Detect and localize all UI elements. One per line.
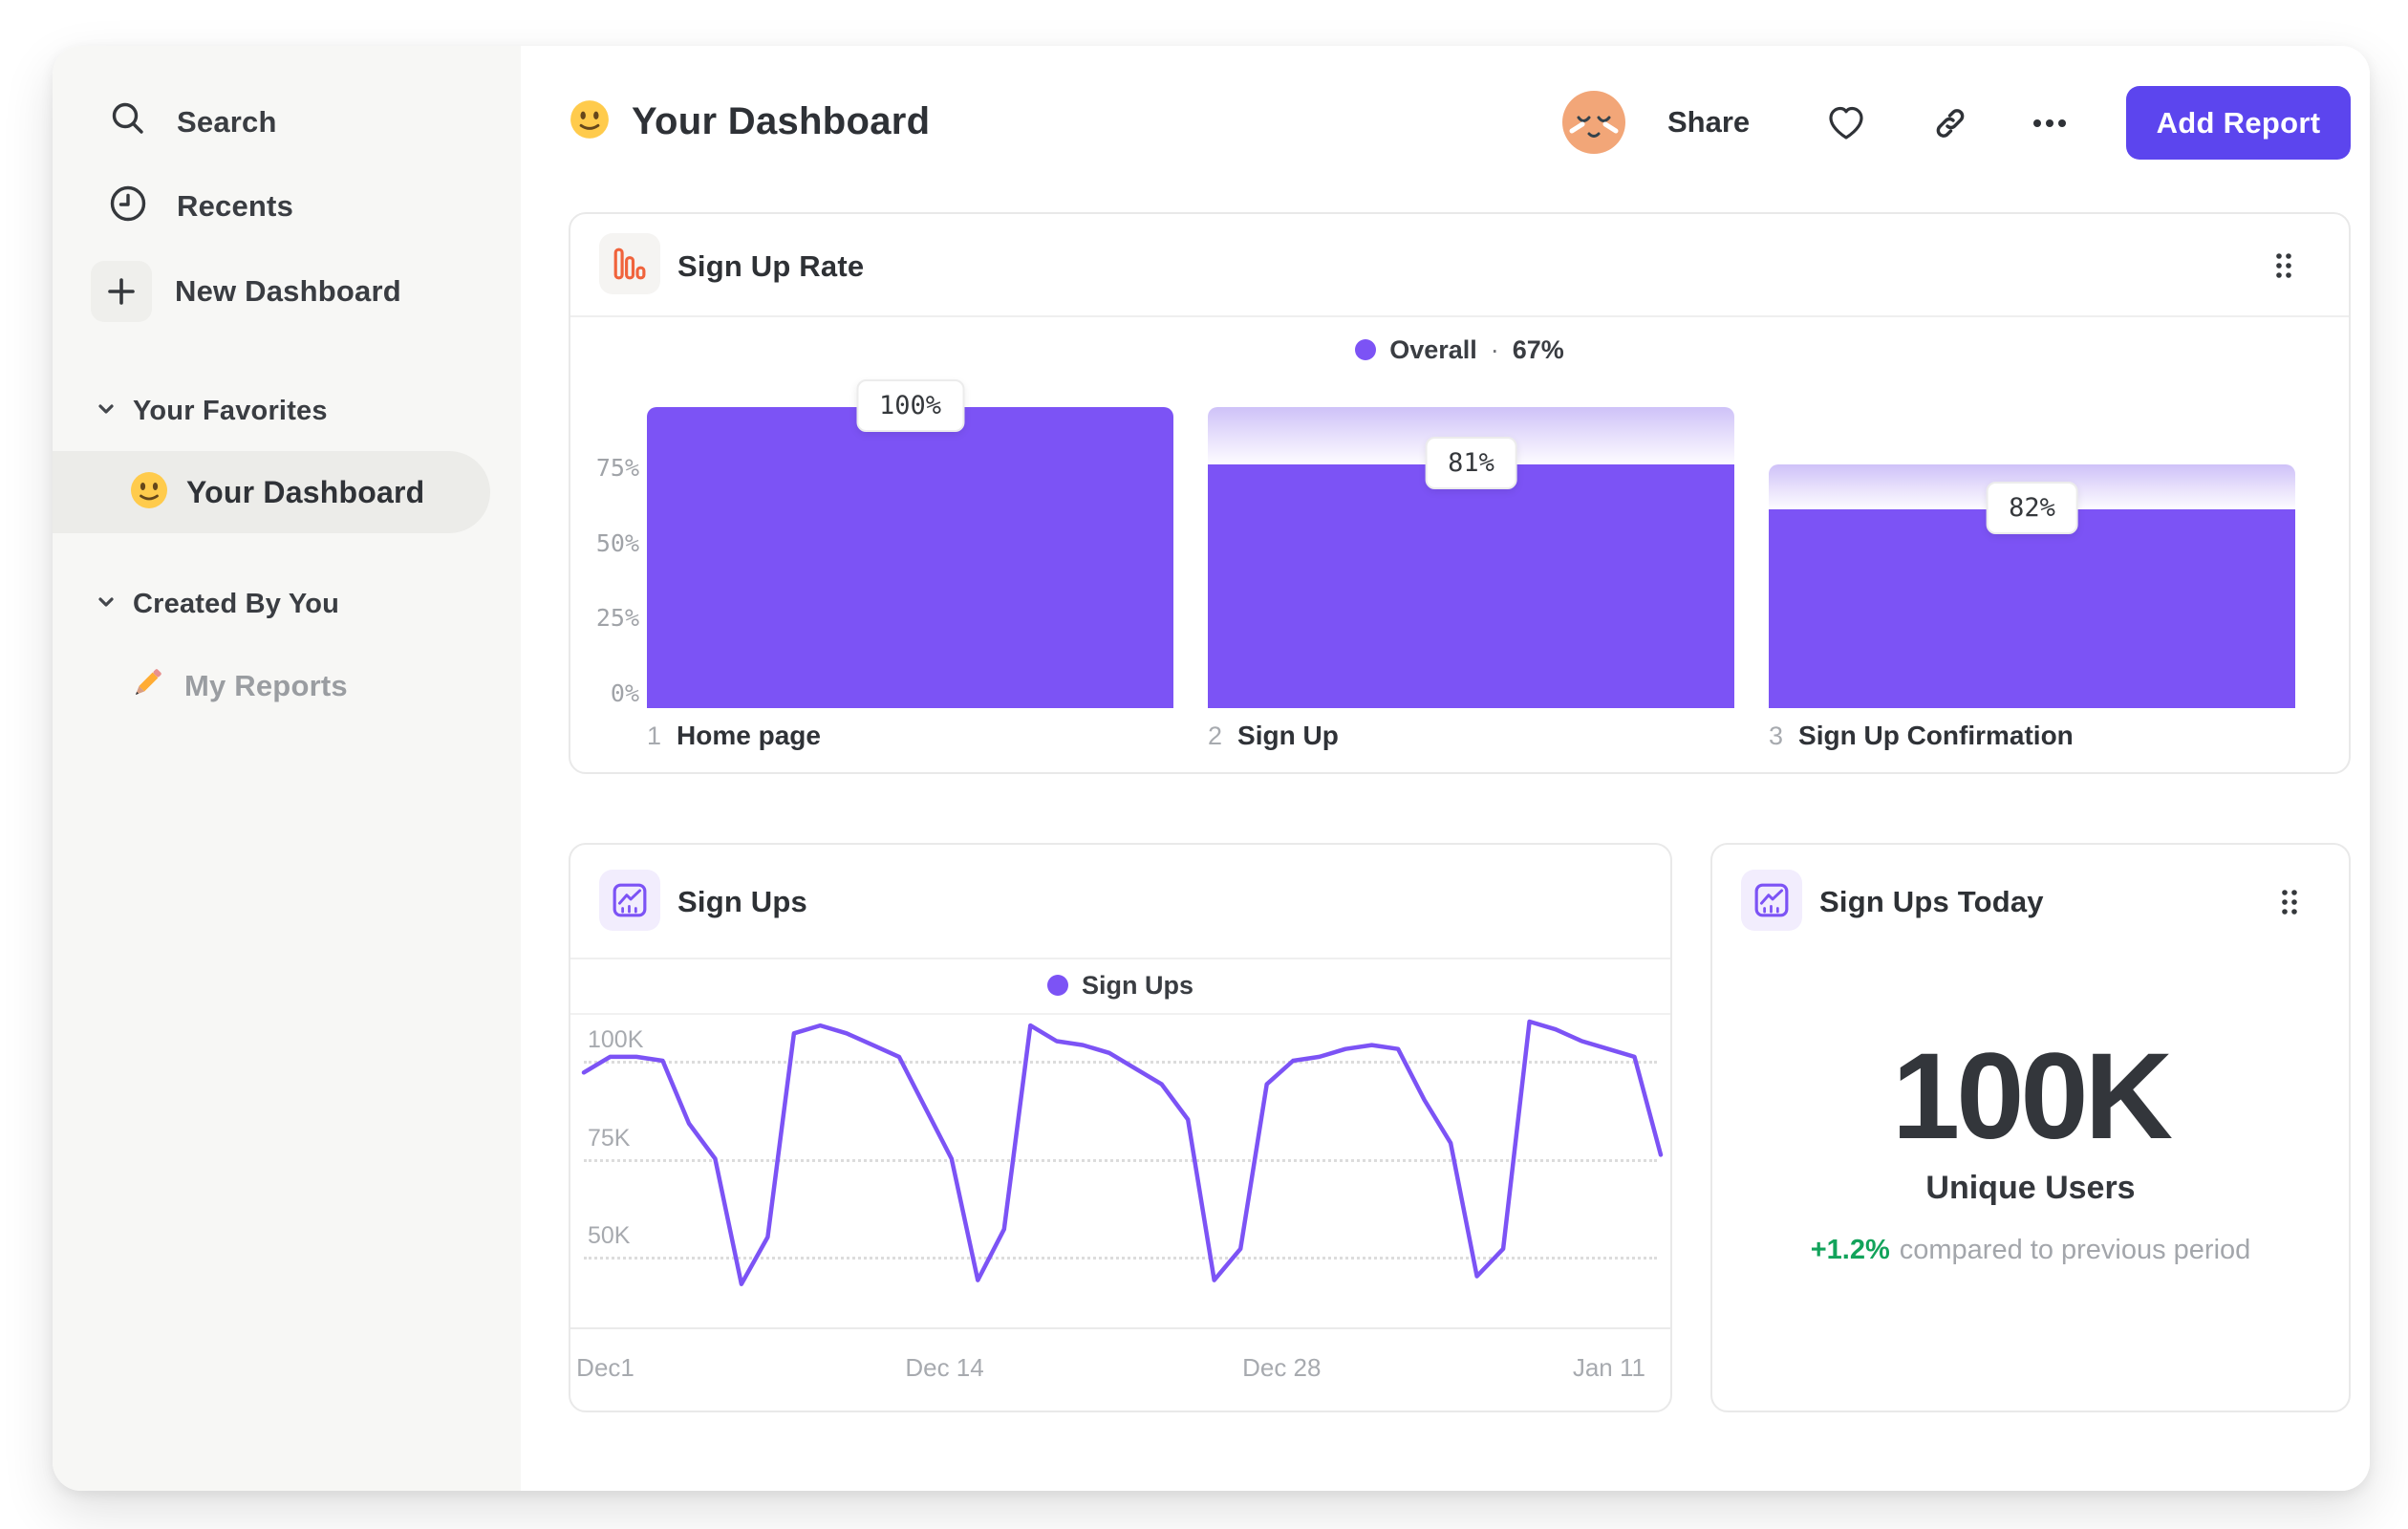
x-axis-tick: Dec 28 bbox=[1242, 1353, 1322, 1382]
funnel-step-labels: 1 Home page 2 Sign Up 3 Sign Up Confirma… bbox=[647, 721, 2295, 751]
drag-handle-icon[interactable] bbox=[2278, 887, 2301, 922]
chevron-down-icon bbox=[95, 591, 118, 618]
section-created-by-you[interactable]: Created By You bbox=[95, 589, 339, 620]
link-icon[interactable] bbox=[1926, 99, 1974, 147]
pencil-emoji-icon bbox=[127, 663, 167, 708]
signups-line-path bbox=[581, 1019, 1664, 1286]
sign-up-rate-card: Sign Up Rate Overall · 67% 75% 50% 25% 0… bbox=[569, 212, 2351, 774]
delta-value: +1.2% bbox=[1810, 1235, 1890, 1265]
step-label: 2 Sign Up bbox=[1208, 721, 1734, 751]
legend-dot bbox=[1046, 975, 1068, 996]
sidebar-item-label: My Reports bbox=[184, 668, 348, 702]
y-axis-tick: 75% bbox=[595, 453, 639, 482]
main-content: Your Dashboard Share Add Report Sign Up … bbox=[521, 46, 2370, 1491]
line-chart-icon bbox=[1741, 870, 1802, 931]
section-label: Created By You bbox=[133, 589, 340, 619]
legend-label: Sign Ups bbox=[1081, 970, 1193, 1000]
metric-subtitle: Unique Users bbox=[1925, 1170, 2136, 1206]
section-label: Your Favorites bbox=[133, 396, 328, 426]
page-title: Your Dashboard bbox=[569, 88, 930, 155]
step-number: 1 bbox=[647, 721, 662, 750]
smiley-emoji-icon bbox=[569, 98, 611, 145]
x-axis-tick: Dec1 bbox=[576, 1353, 634, 1382]
card-header: Sign Ups bbox=[570, 845, 1670, 958]
signups-line-chart[interactable] bbox=[570, 1013, 1674, 1328]
x-axis-tick: Dec 14 bbox=[905, 1353, 984, 1382]
sidebar-item-recents[interactable]: Recents bbox=[106, 182, 293, 230]
avatar[interactable] bbox=[1562, 91, 1625, 154]
funnel-bar-home-page[interactable]: 100% bbox=[647, 214, 1173, 708]
plus-icon bbox=[91, 261, 152, 322]
funnel-bar-fill bbox=[647, 407, 1173, 708]
sidebar-item-label: New Dashboard bbox=[175, 274, 401, 308]
card-header: Sign Ups Today bbox=[1712, 845, 2349, 958]
funnel-bar-sign-up[interactable]: 81% bbox=[1208, 214, 1734, 708]
chevron-down-icon bbox=[95, 398, 118, 425]
search-icon bbox=[106, 97, 150, 146]
y-axis-tick: 25% bbox=[595, 604, 639, 633]
delta-note: compared to previous period bbox=[1899, 1235, 2251, 1265]
metric-delta: +1.2% compared to previous period bbox=[1712, 1235, 2349, 1266]
sidebar: Search Recents New Dashboard Your Favori… bbox=[53, 46, 521, 1491]
share-button[interactable]: Share bbox=[1667, 94, 1750, 151]
line-legend: Sign Ups bbox=[570, 958, 1670, 1013]
conversion-badge: 100% bbox=[855, 379, 965, 432]
funnel-plot: 100% 81% 82% bbox=[647, 214, 2295, 708]
step-label: 3 Sign Up Confirmation bbox=[1769, 721, 2295, 751]
funnel-bar-fill bbox=[1208, 463, 1734, 708]
metric-value: 100K bbox=[1892, 1028, 2173, 1165]
conversion-badge: 81% bbox=[1425, 436, 1517, 489]
step-name: Sign Up Confirmation bbox=[1798, 721, 2074, 750]
smiley-emoji-icon bbox=[129, 470, 169, 515]
sidebar-item-your-dashboard[interactable]: Your Dashboard bbox=[53, 451, 490, 533]
card-title: Sign Ups Today bbox=[1819, 885, 2044, 918]
y-axis-tick: 50% bbox=[595, 528, 639, 557]
card-title: Sign Ups bbox=[677, 885, 807, 918]
clock-icon bbox=[106, 182, 150, 230]
funnel-bar-sign-up-confirmation[interactable]: 82% bbox=[1769, 214, 2295, 708]
sign-ups-card: Sign Ups Sign Ups 100K 75K 50K Dec1 Dec … bbox=[569, 843, 1672, 1412]
funnel-bar-fill bbox=[1769, 509, 2295, 708]
sidebar-item-search[interactable]: Search bbox=[106, 97, 277, 146]
step-name: Home page bbox=[677, 721, 821, 750]
line-chart-icon bbox=[599, 870, 660, 931]
sidebar-item-label: Your Dashboard bbox=[186, 474, 425, 509]
add-report-button[interactable]: Add Report bbox=[2126, 86, 2351, 160]
step-name: Sign Up bbox=[1237, 721, 1339, 750]
sign-ups-today-card: Sign Ups Today 100K Unique Users +1.2% co… bbox=[1710, 843, 2351, 1412]
conversion-badge: 82% bbox=[1986, 482, 2078, 535]
page-title-text: Your Dashboard bbox=[632, 99, 931, 142]
x-axis-line bbox=[570, 1327, 1670, 1329]
sidebar-item-new-dashboard[interactable]: New Dashboard bbox=[91, 261, 401, 322]
heart-icon[interactable] bbox=[1822, 99, 1870, 147]
sidebar-item-my-reports[interactable]: My Reports bbox=[127, 663, 348, 708]
sidebar-item-label: Search bbox=[177, 104, 277, 139]
section-your-favorites[interactable]: Your Favorites bbox=[95, 396, 328, 427]
y-axis-tick: 0% bbox=[610, 679, 639, 707]
step-number: 3 bbox=[1769, 721, 1784, 750]
sidebar-item-label: Recents bbox=[177, 188, 294, 223]
x-axis-tick: Jan 11 bbox=[1572, 1353, 1645, 1382]
app-window: Search Recents New Dashboard Your Favori… bbox=[53, 46, 2370, 1491]
more-options-icon[interactable] bbox=[2026, 99, 2074, 147]
step-number: 2 bbox=[1208, 721, 1223, 750]
step-label: 1 Home page bbox=[647, 721, 1173, 751]
